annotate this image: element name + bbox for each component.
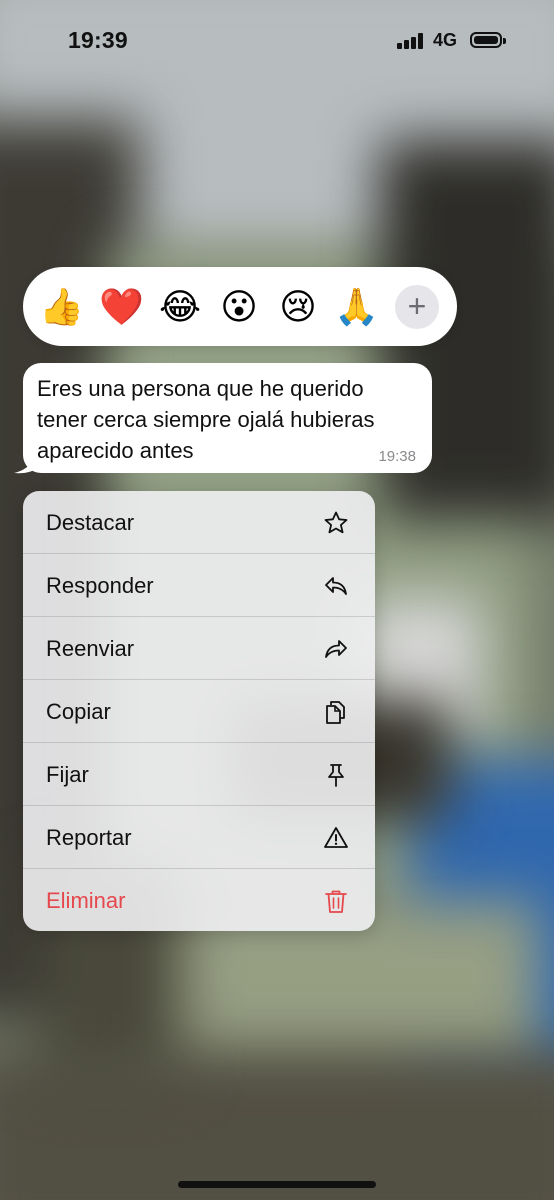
message-text: Eres una persona que he querido tener ce… bbox=[37, 376, 375, 463]
reply-icon bbox=[325, 577, 347, 595]
status-bar: 19:39 4G bbox=[0, 0, 554, 84]
menu-item-destacar[interactable]: Destacar bbox=[23, 491, 375, 554]
copy-icon bbox=[326, 701, 345, 724]
heart-reaction[interactable]: ❤️ bbox=[99, 285, 144, 329]
network-type: 4G bbox=[433, 30, 458, 50]
surprised-reaction[interactable]: 😮 bbox=[217, 285, 261, 329]
message-timestamp: 19:38 bbox=[378, 448, 416, 465]
menu-item-reenviar[interactable]: Reenviar bbox=[23, 617, 375, 680]
menu-item-eliminar[interactable]: Eliminar bbox=[23, 869, 375, 931]
pin-icon bbox=[328, 764, 344, 787]
message-bubble[interactable]: Eres una persona que he querido tener ce… bbox=[23, 363, 432, 473]
thumbs-up-reaction[interactable]: 👍 bbox=[39, 285, 84, 329]
menu-item-label: Destacar bbox=[46, 510, 135, 535]
forward-icon bbox=[325, 640, 347, 658]
menu-item-label: Reenviar bbox=[46, 636, 135, 661]
laugh-reaction[interactable]: 😂 bbox=[158, 285, 202, 329]
menu-item-label: Fijar bbox=[46, 762, 89, 787]
sad-reaction[interactable]: 😢 bbox=[276, 285, 320, 329]
trash-icon bbox=[325, 890, 347, 913]
pray-reaction[interactable]: 🙏 bbox=[334, 285, 379, 329]
menu-item-fijar[interactable]: Fijar bbox=[23, 743, 375, 806]
reaction-bar: 👍 ❤️ 😂 😮 😢 🙏 + bbox=[23, 267, 457, 346]
menu-item-responder[interactable]: Responder bbox=[23, 554, 375, 617]
star-icon bbox=[324, 511, 348, 534]
menu-item-reportar[interactable]: Reportar bbox=[23, 806, 375, 869]
status-time: 19:39 bbox=[68, 27, 128, 53]
warning-icon bbox=[324, 827, 348, 848]
cellular-signal-icon bbox=[397, 33, 427, 49]
menu-item-label: Eliminar bbox=[46, 888, 126, 913]
menu-item-label: Copiar bbox=[46, 699, 111, 724]
menu-item-copiar[interactable]: Copiar bbox=[23, 680, 375, 743]
menu-item-label: Reportar bbox=[46, 825, 132, 850]
home-indicator[interactable] bbox=[178, 1181, 376, 1188]
more-reactions-button[interactable]: + bbox=[395, 285, 439, 329]
menu-item-label: Responder bbox=[46, 573, 154, 598]
context-menu: Destacar Responder Reenviar Copiar Fijar… bbox=[23, 491, 375, 931]
battery-icon bbox=[470, 32, 506, 48]
